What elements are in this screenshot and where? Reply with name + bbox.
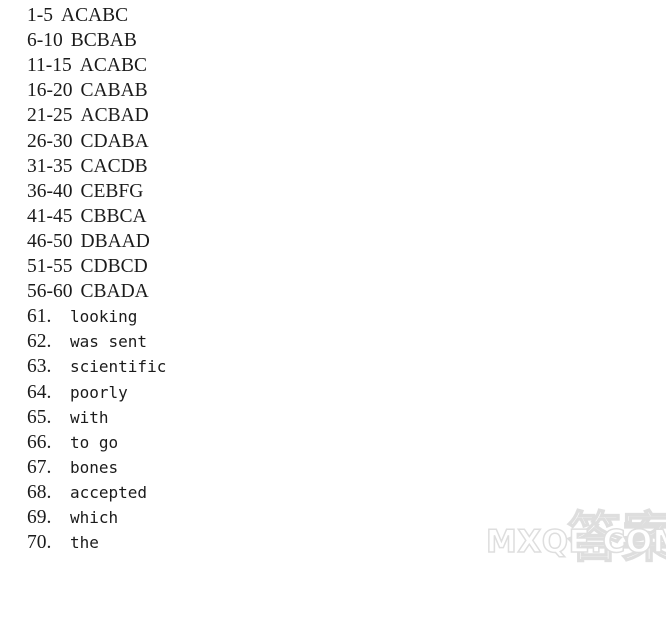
answer-row-fill-in-blank: 67. bones bbox=[27, 455, 118, 480]
answer-row-fill-in-blank: 61. looking bbox=[27, 304, 137, 329]
answer-letters: CACDB bbox=[80, 155, 148, 177]
answer-row-mcq: 6-10 BCBAB bbox=[27, 28, 137, 53]
question-number-label: 67. bbox=[27, 456, 52, 478]
answer-word: bones bbox=[70, 457, 119, 477]
answer-row-fill-in-blank: 62. was sent bbox=[27, 329, 147, 354]
question-number-label: 61. bbox=[27, 306, 52, 328]
answer-word: with bbox=[70, 407, 109, 427]
answer-row-fill-in-blank: 68. accepted bbox=[27, 480, 147, 505]
answer-row-mcq: 16-20 CABAB bbox=[27, 78, 148, 103]
question-range-label: 11-15 bbox=[27, 55, 72, 77]
answer-row-mcq: 26-30 CDABA bbox=[27, 129, 149, 154]
question-range-label: 51-55 bbox=[27, 256, 73, 277]
answer-row-mcq: 41-45 CBBCA bbox=[27, 204, 147, 229]
answer-letters: ACABC bbox=[79, 55, 147, 77]
answer-letters: CDBCD bbox=[80, 256, 148, 277]
answer-letters: CABAB bbox=[80, 80, 148, 102]
question-number-label: 70. bbox=[27, 532, 52, 554]
answer-row-mcq: 31-35 CACDB bbox=[27, 154, 148, 179]
question-range-label: 16-20 bbox=[27, 80, 73, 102]
answer-letters: ACBAD bbox=[80, 105, 149, 127]
question-range-label: 31-35 bbox=[27, 155, 73, 177]
answer-letters: CBADA bbox=[80, 281, 149, 303]
answer-word: which bbox=[70, 508, 119, 527]
answer-row-mcq: 11-15 ACABC bbox=[27, 53, 147, 78]
answer-row-mcq: 51-55 CDBCD bbox=[27, 254, 148, 279]
question-range-label: 41-45 bbox=[27, 205, 73, 227]
answer-row-fill-in-blank: 66. to go bbox=[27, 430, 118, 455]
answer-row-mcq: 46-50 DBAAD bbox=[27, 229, 150, 254]
question-range-label: 46-50 bbox=[27, 230, 73, 252]
answer-row-mcq: 36-40 CEBFG bbox=[27, 179, 143, 204]
answer-row-mcq: 21-25 ACBAD bbox=[27, 103, 149, 128]
question-range-label: 1-5 bbox=[27, 5, 53, 26]
answer-row-fill-in-blank: 70. the bbox=[27, 530, 99, 555]
answer-letters: CDABA bbox=[80, 130, 149, 152]
question-range-label: 56-60 bbox=[27, 281, 73, 303]
answer-row-mcq: 56-60 CBADA bbox=[27, 279, 149, 304]
answer-row-mcq: 1-5 ACABC bbox=[27, 3, 128, 28]
answer-word: scientific bbox=[70, 357, 167, 377]
question-number-label: 69. bbox=[27, 507, 52, 528]
answer-letters: CBBCA bbox=[80, 205, 147, 227]
answer-letters: DBAAD bbox=[80, 230, 150, 252]
question-range-label: 21-25 bbox=[27, 105, 73, 127]
question-range-label: 36-40 bbox=[27, 180, 73, 202]
answer-row-fill-in-blank: 69. which bbox=[27, 505, 118, 530]
question-number-label: 62. bbox=[27, 331, 52, 353]
answer-word: to go bbox=[70, 432, 119, 452]
question-number-label: 68. bbox=[27, 481, 52, 503]
answer-word: accepted bbox=[70, 482, 148, 502]
answer-word: looking bbox=[70, 307, 138, 327]
question-range-label: 26-30 bbox=[27, 130, 73, 152]
answer-word: the bbox=[70, 533, 99, 553]
answer-letters: CEBFG bbox=[80, 180, 144, 202]
answer-row-fill-in-blank: 64. poorly bbox=[27, 380, 128, 405]
question-number-label: 65. bbox=[27, 406, 52, 428]
answer-letters: ACABC bbox=[61, 5, 129, 26]
answer-row-fill-in-blank: 65. with bbox=[27, 405, 109, 430]
question-range-label: 6-10 bbox=[27, 30, 63, 52]
question-number-label: 64. bbox=[27, 381, 52, 403]
answer-word: poorly bbox=[70, 382, 128, 402]
question-number-label: 66. bbox=[27, 431, 52, 453]
answer-letters: BCBAB bbox=[70, 30, 137, 52]
answer-word: was sent bbox=[70, 332, 148, 352]
question-number-label: 63. bbox=[27, 356, 52, 378]
answer-key-sheet: 1-5 ACABC 6-10 BCBAB 11-15 ACABC 16-20 CABAB 21-… bbox=[0, 0, 666, 565]
answer-row-fill-in-blank: 63. scientific bbox=[27, 354, 166, 379]
